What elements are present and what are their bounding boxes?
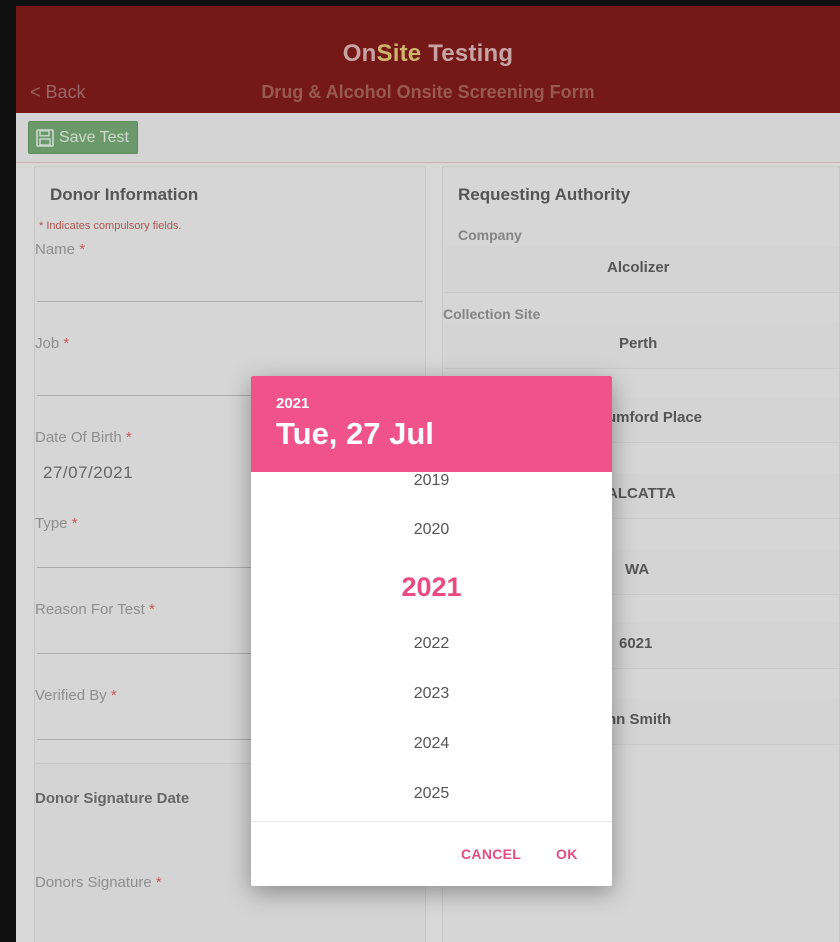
year-option[interactable]: 2022 [251,635,612,653]
year-option[interactable]: 2020 [251,521,612,539]
date-picker-header: 2021 Tue, 27 Jul [251,376,612,472]
year-option[interactable]: 2025 [251,785,612,803]
year-option-selected[interactable]: 2021 [251,572,612,603]
year-option[interactable]: 2024 [251,735,612,753]
date-picker-dialog: 2021 Tue, 27 Jul 2019 2020 2021 2022 202… [251,376,612,886]
header-date[interactable]: Tue, 27 Jul [276,416,434,452]
ok-button[interactable]: OK [556,846,578,862]
year-option[interactable]: 2023 [251,685,612,703]
dialog-divider [251,821,612,822]
year-list[interactable]: 2019 2020 2021 2022 2023 2024 2025 [251,472,612,820]
cancel-button[interactable]: CANCEL [461,846,521,862]
header-year[interactable]: 2021 [276,395,309,412]
year-option[interactable]: 2019 [251,472,612,490]
